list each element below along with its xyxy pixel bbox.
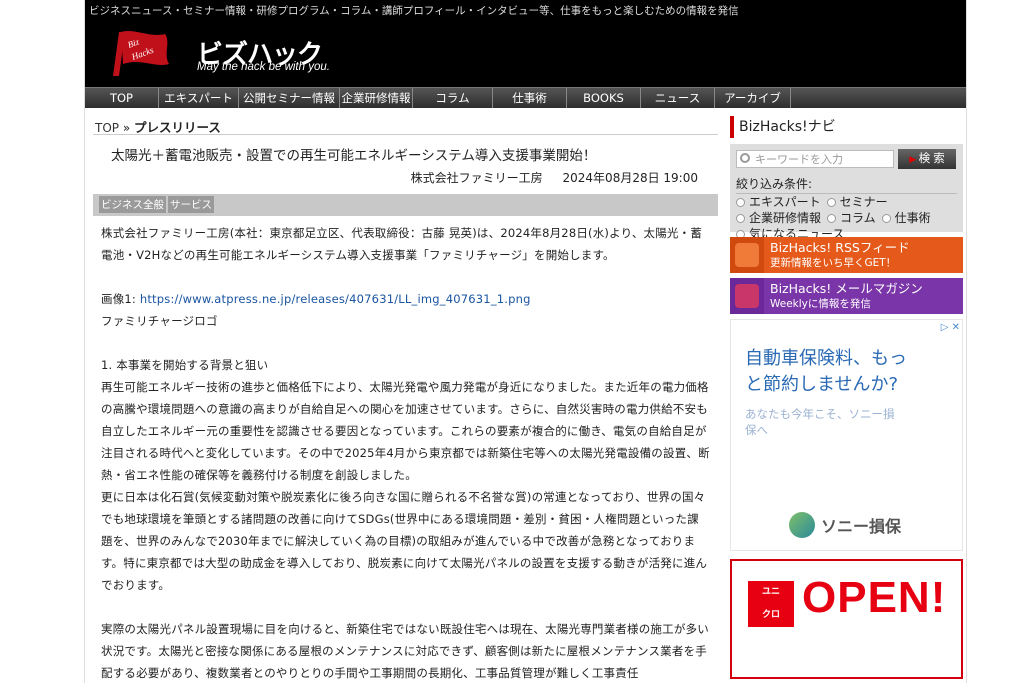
uniqlo-logo: ユニ クロ	[748, 581, 794, 627]
search-icon	[740, 153, 750, 163]
page-wrapper: ビジネスニュース・セミナー情報・研修プログラム・コラム・講師プロフィール・インタ…	[84, 0, 967, 683]
search-box: キーワードを入力 ▶ 検 索 絞り込み条件: エキスパート セミナー 企業研修情…	[730, 144, 963, 241]
nav-item-worktips[interactable]: 仕事術	[493, 88, 567, 108]
newsletter-title: BizHacks! メールマガジン	[770, 281, 923, 296]
newsletter-banner[interactable]: BizHacks! メールマガジン Weeklyに情報を発信	[730, 278, 963, 314]
filter-label-expert: エキスパート	[749, 195, 821, 209]
filter-radio-expert[interactable]: エキスパート	[736, 194, 821, 210]
section-heading: 1. 本事業を開始する背景と狙い	[101, 358, 269, 372]
ad-open-text: OPEN!	[802, 573, 947, 622]
nav-item-top[interactable]: TOP	[85, 88, 159, 108]
sidebar: BizHacks!ナビ キーワードを入力 ▶ 検 索 絞り込み条件: エキスパー…	[730, 113, 963, 679]
nav-item-books[interactable]: BOOKS	[567, 88, 641, 108]
ad-brand-logo: ソニー損保	[789, 512, 901, 538]
filter-label: 絞り込み条件:	[736, 175, 957, 194]
uniqlo-open-ad[interactable]: ユニ クロ OPEN!	[730, 559, 963, 679]
newsletter-subtitle: Weeklyに情報を発信	[770, 298, 871, 310]
image-link[interactable]: https://www.atpress.ne.jp/releases/40763…	[140, 292, 531, 306]
category-tag-service[interactable]: サービス	[168, 196, 214, 213]
article-intro: 株式会社ファミリー工房(本社：東京都足立区、代表取締役：古藤 晃英)は、2024…	[101, 226, 703, 262]
search-button[interactable]: ▶ 検 索	[898, 149, 956, 169]
brand-logo-icon	[789, 512, 815, 538]
category-bar: ビジネス全般 サービス	[93, 194, 718, 216]
logo-slogan: May the hack be with you.	[197, 61, 330, 73]
filter-label-worktips: 仕事術	[894, 211, 931, 225]
filter-label-training: 企業研修情報	[749, 211, 822, 225]
filter-radio-worktips[interactable]: 仕事術	[881, 210, 931, 226]
breadcrumb: TOP » プレスリリース	[93, 113, 718, 135]
nav-item-seminar[interactable]: 公開セミナー情報	[239, 88, 340, 108]
breadcrumb-current: プレスリリース	[134, 120, 221, 135]
rss-feed-banner[interactable]: BizHacks! RSSフィード 更新情報をいち早くGET！	[730, 237, 963, 273]
filter-radio-seminar[interactable]: セミナー	[826, 194, 888, 210]
radio-icon	[826, 197, 836, 207]
site-header: ビジネスニュース・セミナー情報・研修プログラム・コラム・講師プロフィール・インタ…	[85, 0, 966, 87]
ad-subtext-line-1: あなたも今年こそ、ソニー損	[745, 407, 895, 421]
search-input[interactable]: キーワードを入力	[736, 150, 894, 168]
radio-icon	[736, 213, 745, 223]
filter-radio-column[interactable]: コラム	[827, 210, 876, 226]
search-row: キーワードを入力 ▶ 検 索	[736, 149, 957, 169]
image-caption: ファミリチャージロゴ	[101, 314, 218, 328]
ad-choices-icon[interactable]: ▷ ✕	[941, 322, 960, 333]
ad-brand-name: ソニー損保	[821, 517, 902, 536]
article-datetime: 2024年08月28日 19:00	[562, 171, 698, 185]
section-paragraph-1: 再生可能エネルギー技術の進歩と価格低下により、太陽光発電や風力発電が身近になりま…	[101, 380, 710, 482]
nav-item-expert[interactable]: エキスパート	[159, 88, 239, 108]
radio-icon	[881, 213, 891, 223]
section-paragraph-3: 実際の太陽光パネル設置現場に目を向けると、新築住宅ではない既設住宅へは現在、太陽…	[101, 622, 709, 680]
nav-item-archive[interactable]: アーカイブ	[715, 88, 791, 108]
nav-item-news[interactable]: ニュース	[641, 88, 715, 108]
main-content: TOP » プレスリリース 太陽光＋蓄電池販売・設置での再生可能エネルギーシステ…	[93, 113, 718, 684]
radio-icon	[736, 197, 745, 207]
rss-subtitle: 更新情報をいち早くGET！	[770, 257, 897, 269]
rss-title: BizHacks! RSSフィード	[770, 240, 910, 255]
image-reference: 画像1: https://www.atpress.ne.jp/releases/…	[101, 288, 710, 310]
filter-label-seminar: セミナー	[839, 195, 888, 209]
nav-item-training[interactable]: 企業研修情報	[340, 88, 413, 108]
article-meta: 株式会社ファミリー工房 2024年08月28日 19:00	[93, 169, 718, 186]
ad-headline: 自動車保険料、もっ と節約しませんか?	[745, 346, 907, 398]
ad-headline-line-1: 自動車保険料、もっ	[745, 348, 907, 369]
article-title: 太陽光＋蓄電池販売・設置での再生可能エネルギーシステム導入支援事業開始！	[111, 148, 597, 164]
image-label: 画像1:	[101, 292, 140, 306]
ad-headline-line-2: と節約しませんか?	[745, 374, 899, 395]
ad-subtext: あなたも今年こそ、ソニー損 保へ	[745, 406, 895, 438]
mail-icon	[730, 278, 764, 314]
breadcrumb-separator: »	[122, 121, 131, 135]
ad-subtext-line-2: 保へ	[745, 423, 768, 437]
search-placeholder: キーワードを入力	[755, 153, 843, 166]
insurance-ad[interactable]: ▷ ✕ 自動車保険料、もっ と節約しませんか? あなたも今年こそ、ソニー損 保へ…	[730, 319, 963, 551]
article-body: 株式会社ファミリー工房(本社：東京都足立区、代表取締役：古藤 晃英)は、2024…	[93, 216, 718, 684]
filter-label-column: コラム	[840, 211, 876, 225]
site-tagline: ビジネスニュース・セミナー情報・研修プログラム・コラム・講師プロフィール・インタ…	[89, 5, 739, 17]
section-paragraph-2: 更に日本は化石賞(気候変動対策や脱炭素化に後ろ向きな国に贈られる不名誉な賞)の常…	[101, 490, 708, 592]
nav-item-column[interactable]: コラム	[413, 88, 493, 108]
category-tag-business[interactable]: ビジネス全般	[99, 196, 166, 213]
site-logo[interactable]: Biz Hacks ビズハック May the hack be with you…	[105, 28, 335, 78]
rss-icon	[730, 237, 764, 273]
main-nav: TOP エキスパート 公開セミナー情報 企業研修情報 コラム 仕事術 BOOKS…	[85, 87, 966, 108]
filter-options: エキスパート セミナー 企業研修情報 コラム 仕事術 気になるニュース	[736, 194, 957, 242]
sidebar-navi-title: BizHacks!ナビ	[730, 116, 963, 138]
search-button-label: 検 索	[918, 153, 945, 165]
radio-icon	[827, 213, 837, 223]
logo-flag-icon: Biz Hacks	[113, 31, 169, 76]
breadcrumb-top-link[interactable]: TOP	[95, 121, 119, 135]
filter-radio-training[interactable]: 企業研修情報	[736, 210, 821, 226]
article-company: 株式会社ファミリー工房	[410, 171, 543, 185]
arrow-right-icon: ▶	[909, 154, 919, 164]
